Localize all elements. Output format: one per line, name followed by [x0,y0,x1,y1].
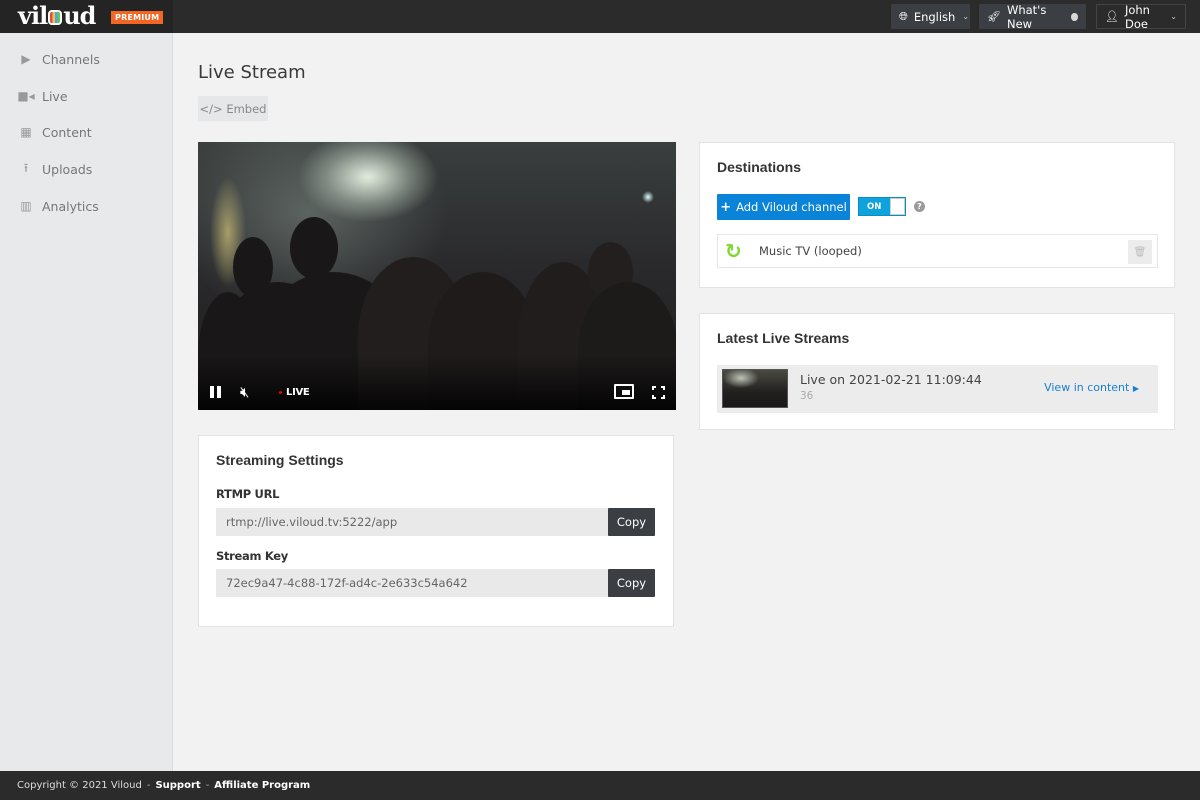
support-link[interactable]: Support [155,780,200,791]
rocket-icon: 🚀︎ [987,10,1001,23]
grid-icon: ▦ [20,125,32,139]
streaming-settings-title: Streaming Settings [216,452,344,468]
rtmp-url-field: rtmp://live.viloud.tv:5222/app Copy [216,508,655,536]
rtmp-url-value[interactable]: rtmp://live.viloud.tv:5222/app [216,508,608,536]
copy-stream-key-button[interactable]: Copy [608,569,655,597]
user-icon: 👤︎ [1105,10,1119,23]
language-dropdown[interactable]: 🌐︎ English ⌄ [891,4,970,29]
video-player[interactable]: 🔇︎ LIVE [198,142,676,410]
destinations-toggle[interactable]: ON [858,197,906,216]
bar-chart-icon: ▥ [20,199,32,213]
sidebar-item-content[interactable]: ▦ Content [18,122,91,142]
chevron-down-icon: ⌄ [962,12,970,21]
page-title: Live Stream [198,62,306,83]
globe-icon: 🌐︎ [899,9,908,23]
stream-key-label: Stream Key [216,549,289,563]
sidebar-item-channels[interactable]: ▶ Channels [18,49,99,69]
help-icon[interactable]: ? [914,201,925,212]
video-camera-icon: ■◂ [17,89,35,103]
affiliate-program-link[interactable]: Affiliate Program [214,780,310,791]
destinations-panel: Destinations + Add Viloud channel ON ? ↻… [699,142,1175,288]
plus-icon: + [720,199,732,215]
footer: Copyright © 2021 Viloud - Support - Affi… [0,771,1200,800]
view-in-content-link[interactable]: View in content ▶ [1044,381,1139,394]
logo-area: vil ud PREMIUM [0,0,173,33]
tv-logo-icon [48,10,63,25]
toggle-knob [890,198,905,215]
latest-live-streams-panel: Latest Live Streams Live on 2021-02-21 1… [699,313,1175,430]
latest-live-streams-title: Latest Live Streams [717,330,850,346]
copyright-text: Copyright © 2021 Viloud [17,780,142,791]
stream-thumbnail[interactable] [722,369,788,408]
sidebar: ▶ Channels ■◂ Live ▦ Content ⭱ Uploads ▥… [0,33,173,771]
play-icon: ▶ [21,52,31,66]
caret-right-icon: ▶ [1132,384,1139,393]
muted-speaker-icon[interactable]: 🔇︎ [240,383,249,401]
embed-button[interactable]: </> Embed [198,96,268,121]
upload-icon: ⭱ [23,160,29,175]
copy-rtmp-button[interactable]: Copy [608,508,655,536]
user-menu[interactable]: 👤︎ John Doe ⌄ [1096,3,1186,31]
whats-new-button[interactable]: 🚀︎ What's New [979,3,1086,31]
stream-key-field: 72ec9a47-4c88-172f-ad4c-2e633c54a642 Cop… [216,569,655,597]
rtmp-url-label: RTMP URL [216,487,280,501]
picture-in-picture-icon[interactable] [614,384,634,399]
stream-list-item: Live on 2021-02-21 11:09:44 36 View in c… [717,365,1158,413]
sidebar-item-analytics[interactable]: ▥ Analytics [18,196,98,216]
top-bar: vil ud PREMIUM 🌐︎ English ⌄ 🚀︎ What's New… [0,0,1200,33]
live-indicator: LIVE [279,387,310,398]
sidebar-item-uploads[interactable]: ⭱ Uploads [18,159,92,179]
destination-item: ↻ Music TV (looped) 🗑︎ [717,234,1158,268]
sidebar-item-live[interactable]: ■◂ Live [17,86,67,106]
loop-refresh-icon: ↻ [725,239,742,263]
trash-icon[interactable]: 🗑︎ [1128,240,1152,264]
streaming-settings-panel: Streaming Settings RTMP URL rtmp://live.… [198,435,674,627]
live-dot [279,391,282,394]
premium-badge: PREMIUM [111,11,164,24]
pause-icon[interactable] [210,386,221,398]
fullscreen-icon[interactable] [652,386,665,399]
stream-key-value[interactable]: 72ec9a47-4c88-172f-ad4c-2e633c54a642 [216,569,608,597]
add-viloud-channel-button[interactable]: + Add Viloud channel [717,194,850,220]
chevron-down-icon: ⌄ [1170,12,1177,21]
destinations-title: Destinations [717,159,802,175]
viloud-logo[interactable]: vil ud [18,1,96,30]
notification-dot [1071,12,1078,21]
